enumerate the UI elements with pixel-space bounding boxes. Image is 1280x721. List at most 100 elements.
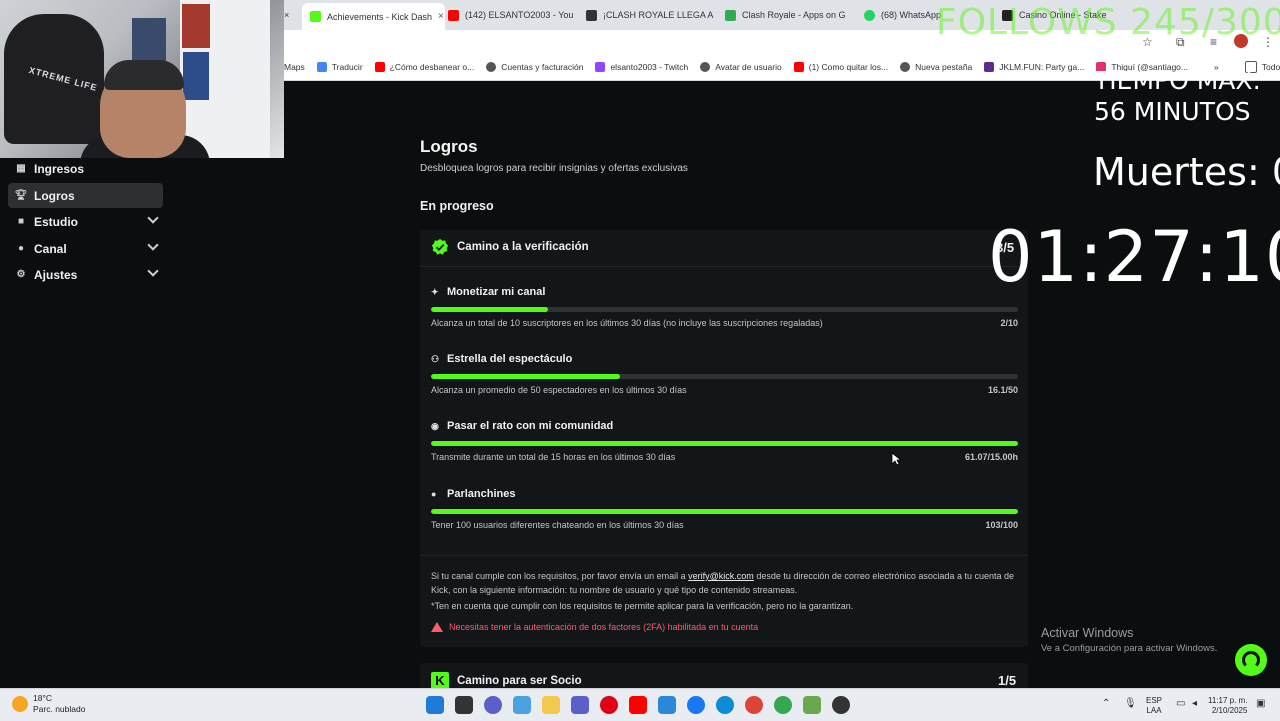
sidebar-item-label: Ajustes bbox=[34, 267, 78, 282]
language-indicator[interactable]: ESP LAA bbox=[1146, 696, 1162, 716]
tab-close-partial[interactable]: × bbox=[284, 3, 300, 27]
facebook-icon[interactable] bbox=[687, 696, 705, 714]
overlay-time-max: TIEMPO MAX: bbox=[1094, 66, 1261, 95]
taskbar-apps bbox=[426, 696, 850, 714]
bookmark-youtube-unban[interactable]: ¿Cómo desbanear o... bbox=[374, 62, 474, 72]
chat-icon[interactable] bbox=[484, 696, 502, 714]
requirement-value: 16.1/50 bbox=[987, 385, 1018, 395]
progress-fill bbox=[431, 509, 1018, 514]
windows-start-icon[interactable] bbox=[426, 696, 444, 714]
tab-google-play[interactable]: Clash Royale - Apps on G × bbox=[725, 3, 849, 27]
sidebar-item-ingresos[interactable]: ▦ Ingresos bbox=[8, 156, 163, 181]
tab-clash-royale-video[interactable]: ¡CLASH ROYALE LLEGA A × bbox=[586, 3, 716, 27]
chevron-up-icon[interactable]: ⌃ bbox=[1102, 698, 1110, 709]
chat-bubble-icon: ● bbox=[431, 489, 437, 499]
youtube-favicon bbox=[448, 9, 459, 21]
card-header[interactable]: Camino a la verificación 3/5 bbox=[420, 230, 1028, 267]
sidebar-item-label: Estudio bbox=[34, 214, 78, 229]
bookmark-avatar[interactable]: Avatar de usuario bbox=[700, 62, 782, 72]
user-icon: ● bbox=[17, 243, 25, 254]
verify-email-link[interactable]: verify@kick.com bbox=[688, 571, 754, 581]
globe-favicon bbox=[700, 62, 711, 72]
whatsapp-favicon bbox=[864, 9, 875, 21]
progress-bar bbox=[431, 307, 1018, 312]
globe-favicon bbox=[900, 62, 911, 72]
bookmark-maps[interactable]: Maps bbox=[284, 62, 305, 72]
sidebar-item-label: Logros bbox=[34, 188, 75, 203]
requirement-description: Alcanza un promedio de 50 espectadores e… bbox=[431, 385, 687, 395]
progress-fill bbox=[431, 374, 620, 379]
tab-label: Achievements - Kick Dash bbox=[327, 11, 433, 22]
windows-activate-desc: Ve a Configuración para activar Windows. bbox=[1041, 643, 1218, 654]
support-chat-button[interactable] bbox=[1235, 644, 1267, 676]
kick-favicon bbox=[310, 11, 321, 22]
close-icon[interactable]: × bbox=[438, 11, 444, 22]
trophy-icon: 🏆︎ bbox=[14, 190, 28, 201]
tab-label: ¡CLASH ROYALE LLEGA A bbox=[603, 10, 714, 20]
bookmark-jklm[interactable]: JKLM.FUN: Party ga... bbox=[984, 62, 1084, 72]
webcam-poster bbox=[132, 18, 166, 66]
bookmark-youtube-video[interactable]: (1) Como quitar los... bbox=[793, 62, 888, 72]
bookmark-twitch[interactable]: elsanto2003 - Twitch bbox=[595, 62, 688, 72]
requirement-value: 61.07/15.00h bbox=[964, 452, 1018, 462]
requirement-title: ⚇ Estrella del espectáculo bbox=[431, 353, 573, 365]
twitch-favicon bbox=[595, 62, 606, 72]
chrome-profile-icon[interactable] bbox=[774, 696, 792, 714]
chart-icon: ▦ bbox=[16, 163, 26, 174]
bookmark-translate[interactable]: Traducir bbox=[316, 62, 363, 72]
volume-icon[interactable]: ◂ bbox=[1192, 698, 1197, 709]
card-title: Camino a la verificación bbox=[457, 241, 589, 253]
chevron-down-icon[interactable] bbox=[147, 212, 159, 224]
copilot-icon[interactable] bbox=[513, 696, 531, 714]
tab-label: Clash Royale - Apps on G bbox=[742, 10, 846, 20]
bookmark-billing[interactable]: Cuentas y facturación bbox=[486, 62, 583, 72]
minecraft-icon[interactable] bbox=[803, 696, 821, 714]
sidebar-item-ajustes[interactable]: ⚙ Ajustes bbox=[8, 262, 163, 287]
youtube-favicon bbox=[793, 62, 804, 72]
requirement-description: Alcanza un total de 10 suscriptores en l… bbox=[431, 318, 823, 328]
progress-bar bbox=[431, 441, 1018, 446]
obs-icon[interactable] bbox=[832, 696, 850, 714]
verification-info: Si tu canal cumple con los requisitos, p… bbox=[431, 571, 1014, 595]
sidebar-item-canal[interactable]: ● Canal bbox=[8, 236, 163, 261]
card-progress-count: 1/5 bbox=[998, 673, 1017, 688]
network-icon[interactable]: ▭ bbox=[1176, 698, 1185, 709]
webcam-poster bbox=[182, 4, 210, 48]
tab-kick-achievements[interactable]: Achievements - Kick Dash × bbox=[302, 3, 445, 30]
edge-icon[interactable] bbox=[716, 696, 734, 714]
broadcast-icon: ◉ bbox=[431, 420, 439, 431]
webcam-poster bbox=[183, 52, 209, 100]
chevron-down-icon[interactable] bbox=[147, 265, 159, 277]
bookmark-new-tab[interactable]: Nueva pestaña bbox=[900, 62, 972, 72]
close-icon[interactable]: × bbox=[284, 10, 289, 20]
sidebar-item-logros[interactable]: 🏆︎ Logros bbox=[8, 183, 163, 208]
youtube-app-icon[interactable] bbox=[629, 696, 647, 714]
notification-icon[interactable]: ▣ bbox=[1256, 698, 1265, 709]
sidebar-item-label: Ingresos bbox=[34, 161, 85, 176]
progress-fill bbox=[431, 307, 549, 312]
microphone-icon[interactable]: 🎙︎ bbox=[1124, 698, 1137, 709]
file-explorer-icon[interactable] bbox=[542, 696, 560, 714]
requirement-value: 2/10 bbox=[1000, 318, 1018, 328]
chevron-down-icon[interactable] bbox=[147, 239, 159, 251]
system-clock[interactable]: 11:17 p. m. 2/10/2025 bbox=[1208, 696, 1247, 716]
progress-fill bbox=[431, 441, 1018, 446]
users-icon: ⚇ bbox=[431, 353, 440, 364]
teams-icon[interactable] bbox=[571, 696, 589, 714]
opera-icon[interactable] bbox=[600, 696, 618, 714]
weather-widget[interactable]: 18°C Parc. nublado bbox=[12, 693, 85, 715]
verified-badge-icon bbox=[431, 238, 449, 255]
requirement-description: Tener 100 usuarios diferentes chateando … bbox=[431, 520, 684, 530]
task-view-icon[interactable] bbox=[455, 696, 473, 714]
weather-temp: 18°C bbox=[33, 693, 52, 703]
follows-goal-overlay: FOLLOWS 245/300 bbox=[936, 2, 1280, 43]
tab-youtube[interactable]: (142) ELSANTO2003 - You × bbox=[448, 3, 578, 27]
sidebar-item-estudio[interactable]: ■ Estudio bbox=[8, 209, 163, 234]
webcam-feed: XTREME LIFE bbox=[0, 0, 284, 158]
weather-desc: Parc. nublado bbox=[33, 704, 86, 714]
chrome-icon[interactable] bbox=[745, 696, 763, 714]
card-title: Camino para ser Socio bbox=[457, 675, 582, 687]
store-icon[interactable] bbox=[658, 696, 676, 714]
tab-label: (142) ELSANTO2003 - You bbox=[465, 10, 574, 20]
windows-activate-title: Activar Windows bbox=[1041, 626, 1134, 640]
